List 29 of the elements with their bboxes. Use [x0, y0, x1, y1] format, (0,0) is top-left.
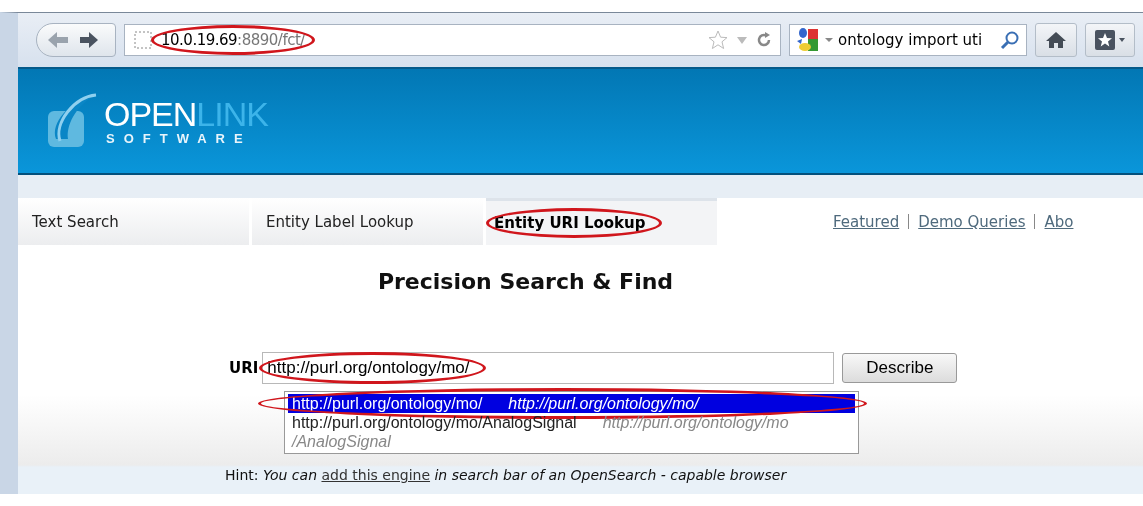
star-icon[interactable] [708, 30, 728, 50]
url-text: 10.0.19.69:8890/fct/ [161, 31, 305, 49]
suggestion-item[interactable]: http://purl.org/ontology/mo/AnalogSignal http://purl.org/ontology/mo/AnalogSignal [288, 413, 855, 451]
page-icon [133, 30, 153, 50]
describe-button[interactable]: Describe [842, 353, 958, 383]
bookmarks-button[interactable] [1085, 23, 1135, 57]
add-engine-link[interactable]: add this engine [321, 467, 431, 483]
page-heading: Precision Search & Find [376, 269, 675, 294]
caret-icon[interactable] [825, 37, 833, 43]
search-icon[interactable] [1000, 30, 1020, 50]
bookmark-star-icon [1094, 29, 1126, 51]
uri-input-field[interactable]: http://purl.org/ontology/mo/ [262, 352, 835, 384]
nav-link[interactable]: Featured [833, 212, 900, 231]
nav-link[interactable]: Demo Queries [918, 212, 1026, 231]
logo-tagline: SOFTWARE [106, 130, 253, 146]
forward-icon[interactable] [79, 31, 99, 49]
tab[interactable]: Entity URI Lookup [486, 198, 717, 245]
home-icon [1045, 31, 1067, 49]
home-button[interactable] [1035, 23, 1077, 57]
field-label: URI [229, 359, 259, 377]
suggestion-item[interactable]: http://purl.org/ontology/mo/ http://purl.org/ontology/mo/ [288, 394, 855, 413]
logo-name: OPENLINK [104, 96, 268, 131]
reload-icon[interactable] [756, 32, 772, 48]
hint-text: Hint: You can add this engine in search bar of an OpenSearch - capable browser [225, 467, 788, 483]
search-field[interactable]: ontology import uti [789, 24, 1027, 56]
nav-link[interactable]: Abo [1044, 212, 1074, 231]
address-bar[interactable]: 10.0.19.69:8890/fct/ [124, 24, 781, 56]
search-text: ontology import uti [838, 31, 984, 49]
search-engine-icon[interactable] [796, 27, 820, 53]
